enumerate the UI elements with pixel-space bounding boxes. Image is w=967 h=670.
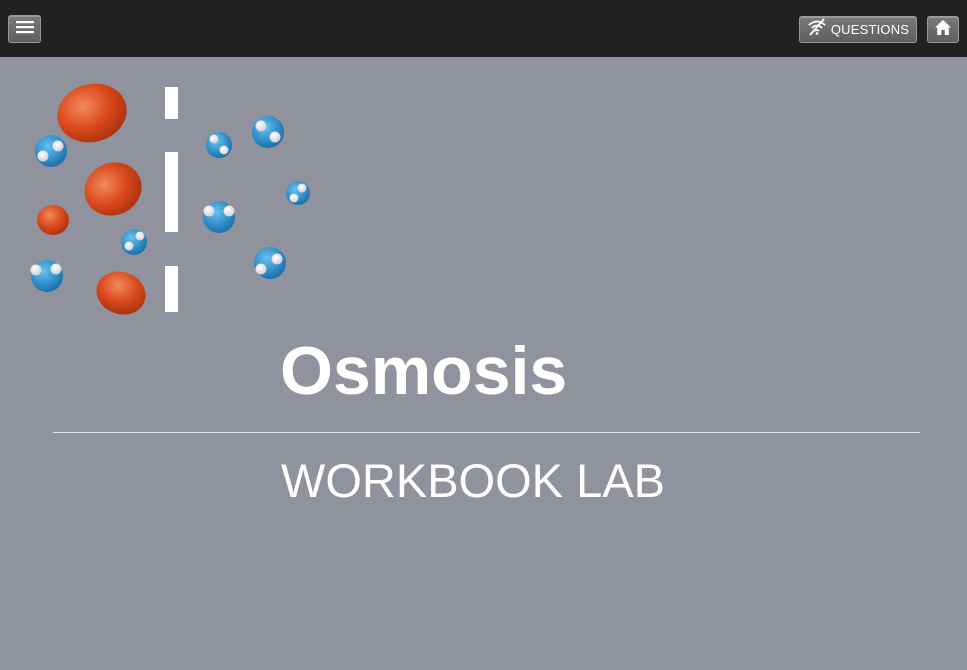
top-toolbar: QUESTIONS <box>0 0 967 57</box>
page-subtitle: WORKBOOK LAB <box>281 454 665 507</box>
title-divider <box>53 432 920 433</box>
menu-button[interactable] <box>8 15 41 43</box>
title-screen: Osmosis WORKBOOK LAB <box>0 57 967 670</box>
hamburger-menu-icon <box>15 20 34 39</box>
page-title: Osmosis <box>280 333 568 409</box>
osmosis-illustration <box>30 83 310 315</box>
questions-label: QUESTIONS <box>830 22 910 37</box>
home-button[interactable] <box>927 16 959 43</box>
wifi-off-icon <box>807 18 827 41</box>
home-icon <box>934 19 952 41</box>
membrane <box>165 87 178 312</box>
questions-button[interactable]: QUESTIONS <box>799 16 917 43</box>
